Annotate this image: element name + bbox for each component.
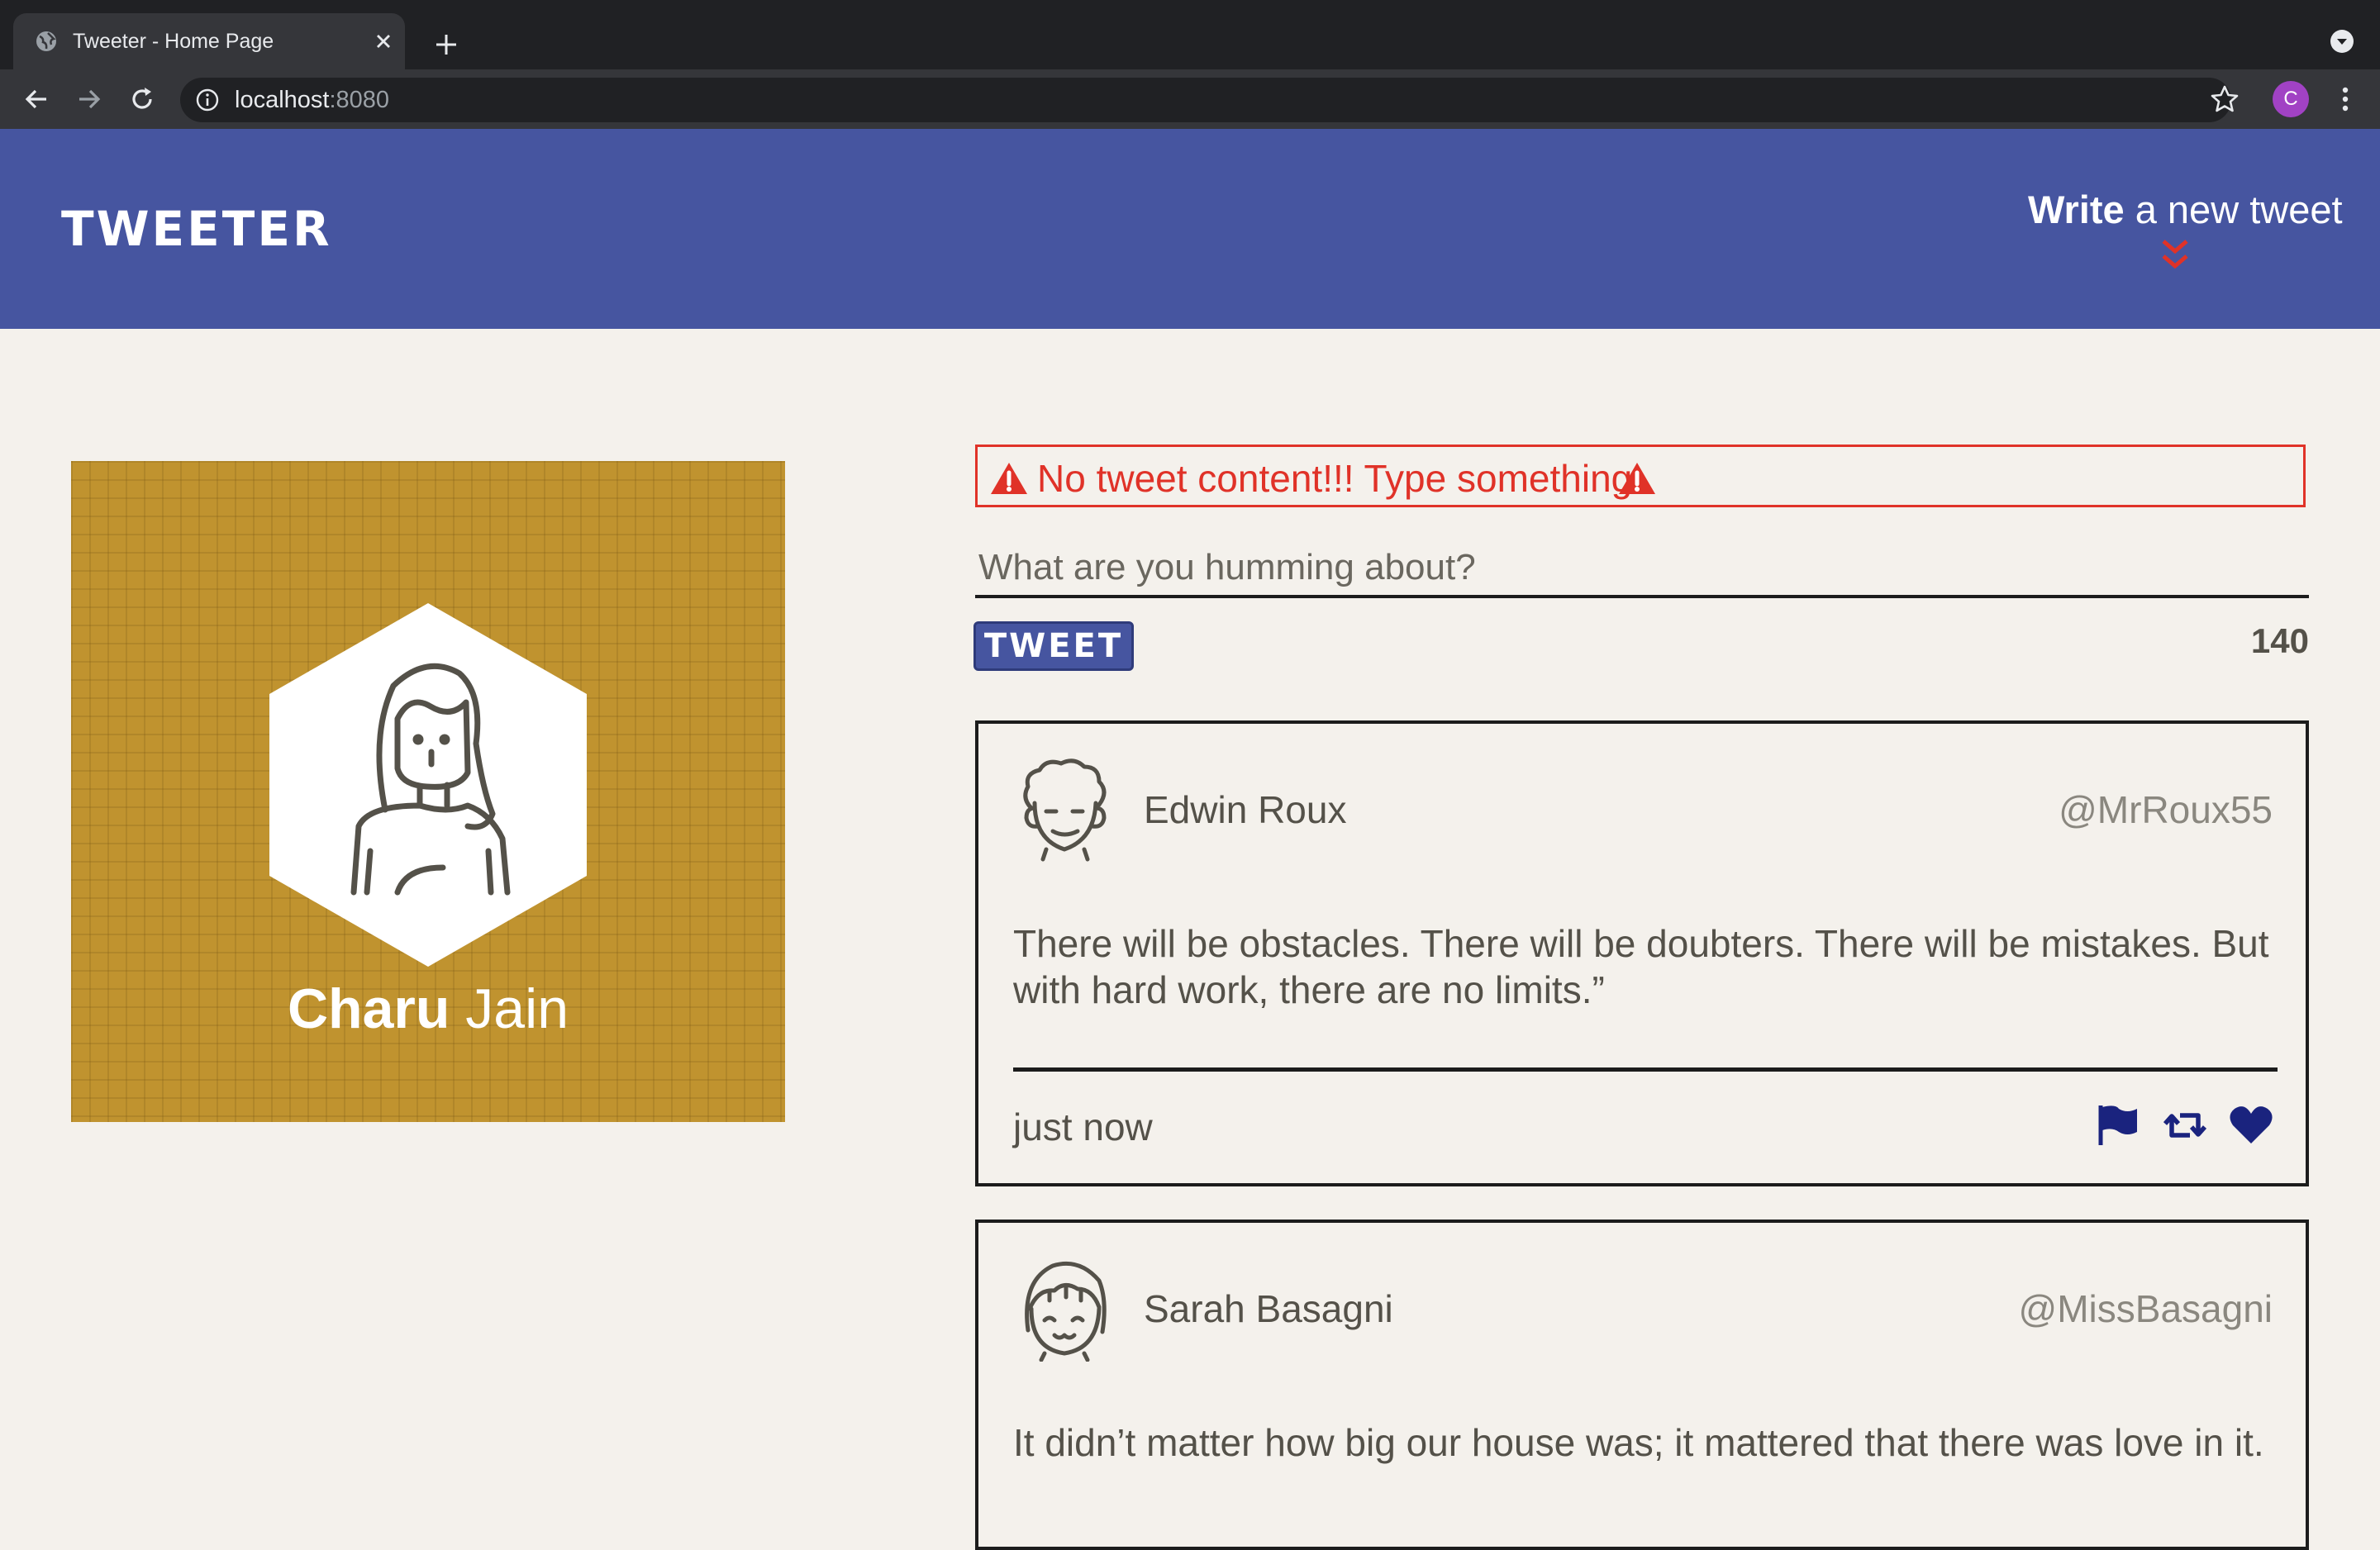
write-rest-text: a new tweet	[2124, 188, 2343, 231]
close-icon[interactable]	[370, 28, 397, 55]
tweet-content: It didn’t matter how big our house was; …	[1013, 1421, 2264, 1464]
heart-icon[interactable]	[2228, 1102, 2274, 1148]
address-bar[interactable]: localhost:8080	[180, 78, 2231, 122]
bookmark-star-icon[interactable]	[2208, 83, 2241, 116]
tweet-author-name: Edwin Roux	[1144, 788, 1347, 831]
tab-title: Tweeter - Home Page	[73, 30, 274, 53]
profile-name: Charu Jain	[71, 973, 785, 1044]
tab-search-icon[interactable]	[2329, 28, 2355, 55]
tweet-card: Edwin Roux @MrRoux55 There will be obsta…	[975, 720, 2309, 1186]
site-header: TWEETER Write a new tweet	[0, 129, 2380, 329]
write-new-tweet-link[interactable]: Write a new tweet	[2028, 185, 2343, 235]
double-chevron-down-icon[interactable]	[2159, 236, 2192, 274]
tweet-card: Sarah Basagni @MissBasagni It didn’t mat…	[975, 1220, 2309, 1550]
url-host: localhost	[235, 87, 330, 113]
profile-last-name: Jain	[450, 977, 569, 1040]
tweet-author-handle: @MissBasagni	[2018, 1287, 2273, 1330]
error-message-text: No tweet content!!! Type something	[1037, 457, 1633, 500]
tweet-timestamp: just now	[1013, 1105, 1153, 1148]
warning-icon	[1619, 463, 1655, 494]
globe-icon	[36, 31, 56, 51]
browser-toolbar: localhost:8080	[0, 69, 2380, 129]
browser-profile-avatar[interactable]: C	[2273, 81, 2309, 117]
new-tab-plus-icon[interactable]	[430, 28, 463, 61]
more-vert-icon[interactable]	[2329, 83, 2362, 116]
tweet-author-name: Sarah Basagni	[1144, 1287, 1393, 1330]
tweet-text-input[interactable]	[975, 540, 2309, 598]
forward-arrow-icon[interactable]	[73, 83, 106, 116]
tweet-submit-button[interactable]: TWEET	[973, 621, 1134, 671]
browser-tab[interactable]: Tweeter - Home Page	[13, 13, 405, 69]
error-message-box: No tweet content!!! Type something	[975, 445, 2306, 507]
author-avatar	[1025, 1261, 1107, 1362]
site-logo[interactable]: TWEETER	[61, 200, 332, 258]
reload-icon[interactable]	[126, 83, 159, 116]
url-text: localhost:8080	[235, 84, 389, 116]
profile-first-name: Charu	[287, 977, 450, 1040]
tweet-divider	[1013, 1067, 2278, 1072]
browser-tab-strip: Tweeter - Home Page	[0, 0, 2380, 69]
tweet-content: There will be obstacles. There will be d…	[1013, 922, 2269, 1011]
retweet-icon[interactable]	[2162, 1102, 2208, 1148]
user-profile-card: Charu Jain	[71, 461, 785, 1122]
warning-icon	[991, 463, 1027, 494]
author-avatar	[1023, 758, 1107, 862]
character-counter: 140	[2250, 621, 2309, 660]
back-arrow-icon[interactable]	[20, 83, 53, 116]
write-bold-text: Write	[2028, 188, 2125, 231]
tweet-author-handle: @MrRoux55	[2059, 788, 2273, 831]
url-port: :8080	[329, 87, 390, 113]
user-avatar	[269, 603, 587, 967]
flag-icon[interactable]	[2094, 1102, 2140, 1148]
info-icon[interactable]	[195, 88, 220, 112]
